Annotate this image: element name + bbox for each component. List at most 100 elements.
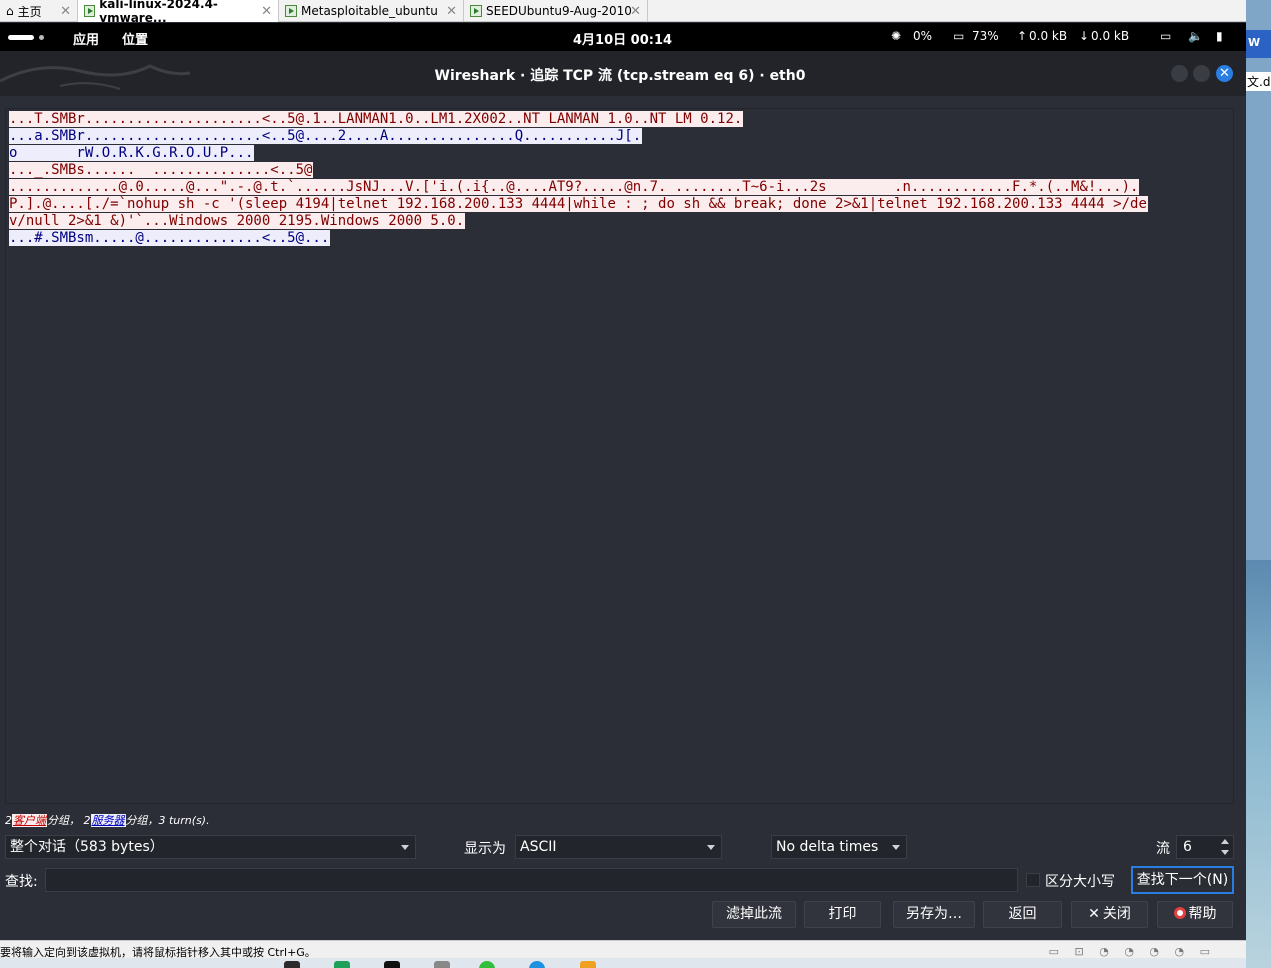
- server-payload-text: o rW.O.R.K.G.R.O.U.P...: [9, 145, 255, 161]
- print-button[interactable]: 打印: [804, 901, 881, 928]
- home-icon: ⌂: [6, 4, 14, 18]
- stream-label: 流: [1156, 841, 1170, 857]
- close-icon[interactable]: ✕: [630, 4, 641, 19]
- chevron-down-icon: [707, 845, 715, 850]
- conversation-select[interactable]: 整个对话（583 bytes）: [5, 835, 416, 859]
- host-window-text: 文.d: [1246, 72, 1271, 91]
- help-button-label: 帮助: [1188, 906, 1217, 922]
- places-menu[interactable]: 位置: [122, 29, 148, 48]
- stream-line: v/null 2>&1 &)'`...Windows 2000 2195.Win…: [9, 213, 1230, 230]
- vm-running-icon: [470, 5, 482, 17]
- client-payload-text: ..._.SMBs...... ..............<..5@: [9, 162, 314, 178]
- host-desktop-strip: W 文.d: [1246, 0, 1271, 968]
- taskbar-app-icon[interactable]: [334, 961, 350, 968]
- maximize-button[interactable]: [1193, 65, 1210, 82]
- apps-menu[interactable]: 应用: [73, 29, 99, 48]
- help-button[interactable]: 帮助: [1157, 901, 1233, 928]
- host-wallpaper: [1246, 560, 1271, 968]
- close-icon[interactable]: ✕: [60, 4, 71, 19]
- vmware-status-bar: 要将输入定向到该虚拟机，请将鼠标指针移入其中或按 Ctrl+G。 ▭ ⊡ ◔ ◔…: [0, 940, 1246, 958]
- clock[interactable]: 4月10日 00:14: [573, 29, 672, 48]
- system-top-bar: 应用 位置 4月10日 00:14 ✺ 0% ▭ 73% ↑ 0.0 kB ↓ …: [0, 23, 1246, 51]
- show-as-select[interactable]: ASCII: [515, 835, 722, 859]
- case-sensitive-checkbox[interactable]: [1026, 873, 1040, 887]
- net-upload: 0.0 kB: [1029, 29, 1068, 43]
- host-taskbar: [0, 958, 1246, 968]
- show-as-select-value: ASCII: [520, 839, 557, 855]
- client-label: 客户端: [12, 814, 47, 827]
- client-packet-count: 2: [5, 814, 12, 827]
- vm-running-icon: [285, 5, 297, 17]
- taskbar-app-icon[interactable]: [434, 961, 450, 968]
- display-icon[interactable]: ▭: [1160, 29, 1171, 43]
- stream-number-spinner[interactable]: 6: [1176, 835, 1234, 859]
- show-as-label: 显示为: [464, 841, 506, 857]
- stream-line: o rW.O.R.K.G.R.O.U.P...: [9, 145, 1230, 162]
- minimize-button[interactable]: [1171, 65, 1188, 82]
- vm-tab-metasploitable[interactable]: Metasploitable_ubuntu ✕: [279, 0, 464, 22]
- find-label: 查找:: [5, 874, 38, 890]
- conversation-select-value: 整个对话（583 bytes）: [10, 839, 164, 855]
- word-app-icon[interactable]: W: [1246, 30, 1271, 58]
- vm-tab-kali[interactable]: kali-linux-2024.4-vmware... ✕: [78, 0, 279, 25]
- chevron-down-icon: [892, 845, 900, 850]
- vm-tab-home[interactable]: ⌂ 主页 ✕: [0, 0, 78, 22]
- increment-arrow-icon[interactable]: [1221, 839, 1229, 844]
- delta-times-select-value: No delta times: [776, 839, 879, 855]
- stream-line: ..._.SMBs...... ..............<..5@: [9, 162, 1230, 179]
- stream-line: ...a.SMBr.....................<..5@....2…: [9, 128, 1230, 145]
- memory-usage: 73%: [972, 29, 999, 43]
- filter-out-stream-button[interactable]: 滤掉此流: [712, 901, 796, 928]
- close-icon[interactable]: ✕: [446, 4, 457, 19]
- client-payload-text: .............@.0.....@...".-.@.t.`......…: [9, 179, 1140, 195]
- client-payload-text: ...T.SMBr.....................<..5@.1..L…: [9, 111, 744, 127]
- workspace-dot: [39, 35, 44, 40]
- vm-running-icon: [84, 5, 96, 17]
- close-window-button[interactable]: ✕: [1216, 65, 1233, 82]
- close-icon[interactable]: ✕: [261, 4, 272, 19]
- cpu-icon: ✺: [891, 29, 902, 43]
- server-payload-text: ...#.SMBsm.....@..............<..5@...: [9, 230, 331, 246]
- save-as-button[interactable]: 另存为…: [893, 901, 975, 928]
- tcp-stream-text[interactable]: ...T.SMBr.....................<..5@.1..L…: [5, 108, 1234, 804]
- vm-tab-label: 主页: [17, 4, 42, 19]
- stream-number-value: 6: [1183, 839, 1192, 855]
- back-button[interactable]: 返回: [983, 901, 1062, 928]
- taskbar-app-icon[interactable]: [384, 961, 400, 968]
- taskbar-app-icon[interactable]: [284, 961, 300, 968]
- download-arrow-icon: ↓: [1079, 29, 1090, 43]
- vm-tab-label: Metasploitable_ubuntu: [301, 4, 438, 18]
- close-button[interactable]: ✕ 关闭: [1071, 901, 1148, 928]
- server-suffix: 分组，3 turn(s).: [125, 814, 210, 827]
- taskbar-app-icon[interactable]: [479, 961, 495, 968]
- volume-icon[interactable]: 🔈: [1188, 29, 1203, 43]
- vm-status-text: 要将输入定向到该虚拟机，请将鼠标指针移入其中或按 Ctrl+G。: [0, 946, 316, 958]
- taskbar-app-icon[interactable]: [529, 961, 545, 968]
- upload-arrow-icon: ↑: [1017, 29, 1028, 43]
- memory-icon: ▭: [953, 29, 965, 43]
- find-input[interactable]: [45, 868, 1018, 892]
- net-download: 0.0 kB: [1091, 29, 1130, 43]
- vm-tab-seedubuntu[interactable]: SEEDUbuntu9-Aug-2010 ✕: [464, 0, 648, 22]
- server-label: 服务器: [90, 814, 126, 827]
- stream-line: .............@.0.....@...".-.@.t.`......…: [9, 179, 1230, 196]
- cpu-usage: 0%: [913, 29, 933, 43]
- decrement-arrow-icon[interactable]: [1221, 850, 1229, 855]
- stream-summary: 2客户端分组， 2服务器分组，3 turn(s).: [5, 812, 210, 828]
- taskbar-app-icon[interactable]: [580, 961, 596, 968]
- vm-tab-label: kali-linux-2024.4-vmware...: [99, 0, 218, 25]
- vm-tab-label: SEEDUbuntu9-Aug-2010: [486, 4, 632, 18]
- server-payload-text: ...a.SMBr.....................<..5@....2…: [9, 128, 643, 144]
- stream-line: ...#.SMBsm.....@..............<..5@...: [9, 230, 1230, 247]
- battery-icon[interactable]: ▮: [1216, 29, 1223, 43]
- client-payload-text: P.].@....[./=`nohup sh -c '(sleep 4194|t…: [9, 196, 1148, 212]
- activities-indicator[interactable]: [8, 35, 34, 40]
- stream-line: P.].@....[./=`nohup sh -c '(sleep 4194|t…: [9, 196, 1230, 213]
- window-title-bar[interactable]: Wireshark · 追踪 TCP 流 (tcp.stream eq 6) ·…: [0, 51, 1246, 96]
- find-next-button[interactable]: 查找下一个(N): [1131, 866, 1234, 894]
- client-suffix: 分组，: [47, 814, 80, 827]
- server-packet-count: 2: [83, 814, 91, 827]
- device-status-icons[interactable]: ▭ ⊡ ◔ ◔ ◔ ◔ ▭: [1049, 945, 1216, 958]
- vmware-tab-strip: ⌂ 主页 ✕ kali-linux-2024.4-vmware... ✕ Met…: [0, 0, 1246, 25]
- delta-times-select[interactable]: No delta times: [771, 835, 907, 859]
